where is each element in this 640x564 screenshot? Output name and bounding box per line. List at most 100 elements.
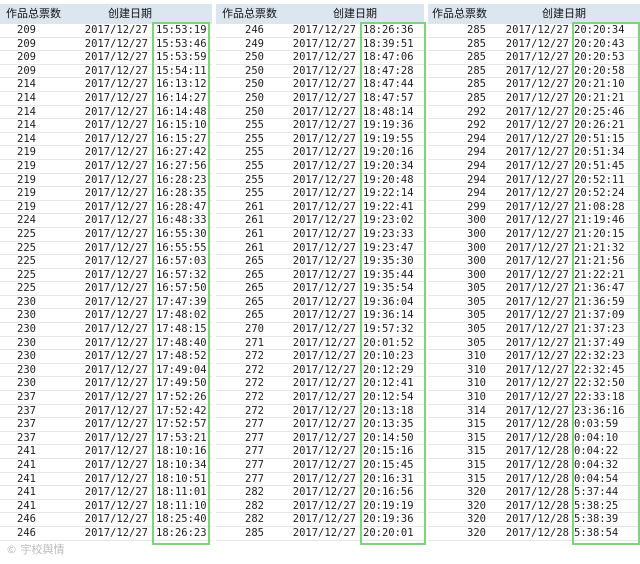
date-cell[interactable]: 2017/12/27	[292, 513, 356, 527]
date-cell[interactable]: 2017/12/27	[498, 78, 569, 92]
table-row[interactable]: 246 2017/12/27 18:25:40	[0, 513, 212, 527]
date-cell[interactable]: 2017/12/28	[498, 473, 569, 487]
date-cell[interactable]: 2017/12/27	[78, 242, 148, 256]
date-cell[interactable]: 2017/12/27	[78, 337, 148, 351]
date-cell[interactable]: 2017/12/27	[498, 106, 569, 120]
date-cell[interactable]: 2017/12/27	[78, 282, 148, 296]
date-cell[interactable]: 2017/12/27	[498, 377, 569, 391]
table-row[interactable]: 255 2017/12/27 19:22:14	[216, 187, 424, 201]
table-row[interactable]: 315 2017/12/28 0:04:22	[428, 445, 640, 459]
votes-cell[interactable]: 300	[432, 242, 486, 256]
votes-cell[interactable]: 315	[432, 473, 486, 487]
date-cell[interactable]: 2017/12/27	[292, 459, 356, 473]
time-cell[interactable]: 20:10:23	[363, 350, 420, 364]
votes-cell[interactable]: 315	[432, 432, 486, 446]
time-cell[interactable]: 0:04:10	[574, 432, 636, 446]
date-cell[interactable]: 2017/12/28	[498, 513, 569, 527]
time-cell[interactable]: 17:53:21	[156, 432, 210, 446]
time-cell[interactable]: 20:14:50	[363, 432, 420, 446]
date-cell[interactable]: 2017/12/27	[292, 296, 356, 310]
time-cell[interactable]: 19:35:30	[363, 255, 420, 269]
time-cell[interactable]: 17:47:39	[156, 296, 210, 310]
table-row[interactable]: 219 2017/12/27 16:27:56	[0, 160, 212, 174]
table-row[interactable]: 292 2017/12/27 20:26:21	[428, 119, 640, 133]
table-row[interactable]: 250 2017/12/27 18:47:06	[216, 51, 424, 65]
votes-cell[interactable]: 314	[432, 405, 486, 419]
table-row[interactable]: 209 2017/12/27 15:53:59	[0, 51, 212, 65]
date-cell[interactable]: 2017/12/27	[78, 513, 148, 527]
time-cell[interactable]: 19:36:14	[363, 309, 420, 323]
votes-cell[interactable]: 214	[4, 119, 36, 133]
votes-cell[interactable]: 305	[432, 323, 486, 337]
date-cell[interactable]: 2017/12/27	[78, 350, 148, 364]
date-cell[interactable]: 2017/12/27	[78, 377, 148, 391]
time-cell[interactable]: 15:54:11	[156, 65, 210, 79]
time-cell[interactable]: 19:23:33	[363, 228, 420, 242]
time-cell[interactable]: 19:35:44	[363, 269, 420, 283]
date-cell[interactable]: 2017/12/27	[78, 160, 148, 174]
date-cell[interactable]: 2017/12/27	[498, 364, 569, 378]
table-row[interactable]: 305 2017/12/27 21:37:49	[428, 337, 640, 351]
date-cell[interactable]: 2017/12/27	[292, 323, 356, 337]
votes-cell[interactable]: 230	[4, 323, 36, 337]
date-cell[interactable]: 2017/12/27	[78, 296, 148, 310]
table-row[interactable]: 255 2017/12/27 19:19:36	[216, 119, 424, 133]
table-row[interactable]: 230 2017/12/27 17:48:40	[0, 337, 212, 351]
date-cell[interactable]: 2017/12/27	[292, 405, 356, 419]
date-cell[interactable]: 2017/12/27	[78, 187, 148, 201]
time-cell[interactable]: 0:04:54	[574, 473, 636, 487]
votes-cell[interactable]: 214	[4, 133, 36, 147]
header-votes[interactable]: 作品总票数	[432, 4, 487, 24]
date-cell[interactable]: 2017/12/27	[292, 364, 356, 378]
votes-cell[interactable]: 230	[4, 296, 36, 310]
table-row[interactable]: 225 2017/12/27 16:57:32	[0, 269, 212, 283]
votes-cell[interactable]: 285	[220, 527, 264, 541]
table-row[interactable]: 255 2017/12/27 19:20:48	[216, 174, 424, 188]
table-row[interactable]: 294 2017/12/27 20:51:45	[428, 160, 640, 174]
date-cell[interactable]: 2017/12/27	[78, 106, 148, 120]
table-row[interactable]: 314 2017/12/27 23:36:16	[428, 405, 640, 419]
date-cell[interactable]: 2017/12/27	[78, 65, 148, 79]
votes-cell[interactable]: 250	[220, 106, 264, 120]
time-cell[interactable]: 21:20:15	[574, 228, 636, 242]
date-cell[interactable]: 2017/12/27	[498, 214, 569, 228]
time-cell[interactable]: 18:48:14	[363, 106, 420, 120]
date-cell[interactable]: 2017/12/27	[292, 432, 356, 446]
votes-cell[interactable]: 300	[432, 228, 486, 242]
votes-cell[interactable]: 241	[4, 459, 36, 473]
time-cell[interactable]: 18:47:06	[363, 51, 420, 65]
time-cell[interactable]: 15:53:59	[156, 51, 210, 65]
votes-cell[interactable]: 320	[432, 527, 486, 541]
time-cell[interactable]: 16:57:32	[156, 269, 210, 283]
table-row[interactable]: 300 2017/12/27 21:19:46	[428, 214, 640, 228]
table-row[interactable]: 237 2017/12/27 17:52:26	[0, 391, 212, 405]
table-row[interactable]: 225 2017/12/27 16:55:55	[0, 242, 212, 256]
date-cell[interactable]: 2017/12/27	[78, 146, 148, 160]
date-cell[interactable]: 2017/12/27	[498, 187, 569, 201]
time-cell[interactable]: 20:13:35	[363, 418, 420, 432]
table-row[interactable]: 237 2017/12/27 17:52:57	[0, 418, 212, 432]
votes-cell[interactable]: 230	[4, 377, 36, 391]
votes-cell[interactable]: 237	[4, 418, 36, 432]
time-cell[interactable]: 16:27:42	[156, 146, 210, 160]
table-row[interactable]: 241 2017/12/27 18:10:34	[0, 459, 212, 473]
date-cell[interactable]: 2017/12/28	[498, 445, 569, 459]
header-date[interactable]: 创建日期	[333, 4, 377, 24]
time-cell[interactable]: 19:20:16	[363, 146, 420, 160]
votes-cell[interactable]: 315	[432, 459, 486, 473]
table-row[interactable]: 249 2017/12/27 18:39:51	[216, 38, 424, 52]
date-cell[interactable]: 2017/12/27	[292, 242, 356, 256]
date-cell[interactable]: 2017/12/27	[292, 527, 356, 541]
table-row[interactable]: 282 2017/12/27 20:19:19	[216, 500, 424, 514]
table-row[interactable]: 250 2017/12/27 18:48:14	[216, 106, 424, 120]
date-cell[interactable]: 2017/12/27	[498, 255, 569, 269]
table-row[interactable]: 250 2017/12/27 18:47:57	[216, 92, 424, 106]
date-cell[interactable]: 2017/12/27	[292, 78, 356, 92]
time-cell[interactable]: 20:26:21	[574, 119, 636, 133]
date-cell[interactable]: 2017/12/27	[498, 65, 569, 79]
table-row[interactable]: 320 2017/12/28 5:38:25	[428, 500, 640, 514]
table-row[interactable]: 285 2017/12/27 20:20:43	[428, 38, 640, 52]
table-row[interactable]: 246 2017/12/27 18:26:36	[216, 24, 424, 38]
votes-cell[interactable]: 310	[432, 350, 486, 364]
date-cell[interactable]: 2017/12/27	[78, 269, 148, 283]
